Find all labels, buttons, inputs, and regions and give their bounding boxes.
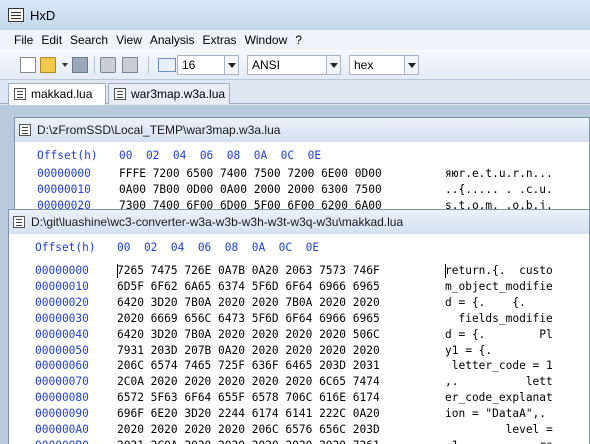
- window-file-path: D:\zFromSSD\Local_TEMP\war3map.w3a.lua: [37, 123, 281, 137]
- open-dropdown-chevron-icon[interactable]: [62, 63, 68, 67]
- menu-file[interactable]: File: [14, 33, 33, 47]
- toolbar-separator: [94, 56, 95, 74]
- offset-header-label: Offset(h): [37, 149, 98, 162]
- row-offset: 00000040: [35, 327, 89, 341]
- row-offset: 00000000: [35, 264, 89, 277]
- offset-header-label: Offset(h): [35, 241, 96, 254]
- app-title: HxD: [30, 7, 56, 23]
- column-header: 00 02 04 06 08 0A 0C 0E: [119, 149, 322, 162]
- charset-select[interactable]: ANSI: [247, 55, 341, 75]
- new-file-icon[interactable]: [20, 57, 36, 73]
- menu-window[interactable]: Window: [245, 33, 288, 47]
- charset-value: ANSI: [252, 58, 281, 72]
- row-text[interactable]: d = {. {.: [445, 295, 553, 311]
- row-offset: 00000020: [35, 295, 89, 309]
- row-offset: 00000010: [35, 279, 89, 293]
- row-offset: 00000010: [37, 183, 91, 196]
- bytes-per-row-value: 16: [182, 58, 196, 72]
- menu-edit[interactable]: Edit: [41, 33, 62, 47]
- text-caret: [445, 264, 446, 278]
- row-hex[interactable]: 6420 3D20 7B0A 2020 2020 2020 2020 506C: [117, 327, 380, 343]
- mdi-workspace: D:\zFromSSD\Local_TEMP\war3map.w3a.lua O…: [0, 105, 590, 444]
- row-text[interactable]: d = {. Pl: [445, 327, 553, 343]
- window-title-bar[interactable]: D:\git\luashine\wc3-converter-w3a-w3b-w3…: [9, 210, 589, 234]
- document-icon: [114, 88, 126, 100]
- window-title-bar[interactable]: D:\zFromSSD\Local_TEMP\war3map.w3a.lua: [15, 118, 589, 142]
- offset-base-value: hex: [354, 58, 374, 72]
- open-ram-icon[interactable]: [122, 57, 138, 73]
- tab-war3map-w3a-lua[interactable]: war3map.w3a.lua: [108, 83, 230, 104]
- row-text[interactable]: letter_code = 1: [445, 358, 553, 374]
- bytes-per-row-select[interactable]: 16: [177, 55, 239, 75]
- row-offset: 00000000: [37, 167, 91, 180]
- row-hex[interactable]: 696F 6E20 3D20 2244 6174 6141 222C 0A20: [117, 406, 380, 422]
- row-text[interactable]: ion = "DataA",.: [445, 406, 553, 422]
- chevron-down-icon[interactable]: [404, 56, 418, 74]
- document-icon: [19, 124, 31, 136]
- row-hex[interactable]: 2C0A 2020 2020 2020 2020 2020 6C65 7474: [117, 374, 380, 390]
- document-icon: [14, 88, 26, 100]
- offset-base-select[interactable]: hex: [349, 55, 419, 75]
- row-hex[interactable]: 206C 6574 7465 725F 636F 6465 203D 2031: [117, 358, 380, 374]
- row-text[interactable]: er_code_explanat: [445, 390, 553, 406]
- menu-analysis[interactable]: Analysis: [150, 33, 195, 47]
- menu-view[interactable]: View: [116, 33, 142, 47]
- hex-editor-window-makkad[interactable]: D:\git\luashine\wc3-converter-w3a-w3b-w3…: [8, 209, 590, 444]
- row-hex[interactable]: 7931 203D 207B 0A20 2020 2020 2020 2020: [117, 343, 380, 359]
- hex-editor-window-war3map[interactable]: D:\zFromSSD\Local_TEMP\war3map.w3a.lua O…: [14, 117, 590, 213]
- row-hex[interactable]: 7265 7475 726E 0A7B 0A20 2063 7573 746F: [117, 263, 380, 279]
- row-text[interactable]: level =: [445, 422, 553, 438]
- row-text[interactable]: return.{. custo: [445, 263, 553, 279]
- row-hex[interactable]: 0A00 7B00 0D00 0A00 2000 2000 6300 7500: [119, 182, 382, 198]
- save-icon[interactable]: [72, 57, 88, 73]
- row-text[interactable]: яюr.e.t.u.r.n...: [445, 166, 553, 182]
- row-offset: 00000030: [35, 311, 89, 325]
- bytes-per-row-icon: [158, 58, 176, 72]
- column-header: 00 02 04 06 08 0A 0C 0E: [117, 241, 320, 254]
- hxd-app-icon: [8, 8, 24, 22]
- row-offset: 000000A0: [35, 423, 89, 436]
- tab-label: makkad.lua: [31, 87, 93, 101]
- row-hex[interactable]: 2020 2020 2020 2020 206C 6576 656C 203D: [117, 422, 380, 438]
- window-file-path: D:\git\luashine\wc3-converter-w3a-w3b-w3…: [31, 215, 404, 229]
- open-disk-icon[interactable]: [100, 57, 116, 73]
- menu-help[interactable]: ?: [295, 33, 302, 47]
- row-offset: 00000050: [35, 343, 89, 357]
- row-offset: 00000080: [35, 391, 89, 405]
- row-offset: 00000060: [35, 359, 89, 373]
- row-text[interactable]: m_object_modifie: [445, 279, 553, 295]
- tab-makkad-lua[interactable]: makkad.lua: [8, 83, 106, 105]
- row-hex[interactable]: 2020 6669 656C 6473 5F6D 6F64 6966 6965: [117, 311, 380, 327]
- row-offset: 00000090: [35, 407, 89, 421]
- chevron-down-icon[interactable]: [224, 56, 238, 74]
- document-icon: [13, 216, 25, 228]
- row-text[interactable]: 1,. ra: [445, 438, 553, 444]
- title-bar: HxD: [0, 0, 590, 30]
- chevron-down-icon[interactable]: [326, 56, 340, 74]
- row-hex[interactable]: 6420 3D20 7B0A 2020 2020 7B0A 2020 2020: [117, 295, 380, 311]
- tab-label: war3map.w3a.lua: [131, 87, 226, 101]
- row-hex[interactable]: 2031 2C0A 2020 2020 2020 2020 2020 7261: [117, 438, 380, 444]
- document-tab-bar: makkad.lua war3map.w3a.lua: [0, 81, 590, 105]
- row-hex[interactable]: FFFE 7200 6500 7400 7500 7200 6E00 0D00: [119, 166, 382, 182]
- row-text[interactable]: ..{..... . .c.u.: [445, 182, 553, 198]
- text-caret: [117, 264, 118, 278]
- row-hex[interactable]: 6D5F 6F62 6A65 6374 5F6D 6F64 6966 6965: [117, 279, 380, 295]
- row-offset: 000000B0: [35, 438, 89, 444]
- open-folder-icon[interactable]: [40, 57, 56, 73]
- row-hex[interactable]: 6572 5F63 6F64 655F 6578 706C 616E 6174: [117, 390, 380, 406]
- toolbar: 16 ANSI hex: [0, 50, 590, 80]
- menu-extras[interactable]: Extras: [203, 33, 237, 47]
- menu-bar: File Edit Search View Analysis Extras Wi…: [0, 30, 590, 50]
- toolbar-separator: [148, 56, 149, 74]
- row-text[interactable]: fields_modifie: [445, 311, 552, 327]
- row-text[interactable]: ,. lett: [445, 374, 553, 390]
- row-text[interactable]: y1 = {.: [445, 343, 553, 359]
- row-offset: 00000070: [35, 375, 89, 389]
- menu-search[interactable]: Search: [70, 33, 108, 47]
